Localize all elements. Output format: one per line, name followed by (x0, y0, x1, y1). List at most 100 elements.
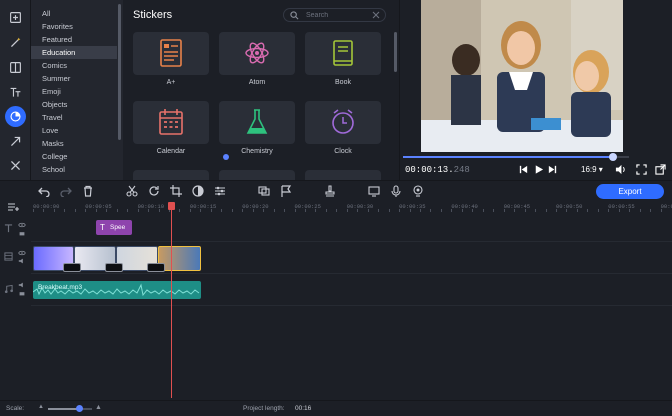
sticker-tile-partial[interactable] (219, 170, 295, 180)
ruler-tick (650, 209, 652, 212)
sticker-tile-partial[interactable] (305, 170, 381, 180)
ruler-tick (33, 209, 34, 212)
detach-preview-icon[interactable] (655, 164, 666, 175)
ruler-label: 00:00:05 (85, 203, 112, 210)
flag-icon[interactable] (280, 185, 292, 197)
category-item[interactable]: College (31, 150, 117, 163)
sticker-label: Clock (334, 148, 352, 155)
scale-slider-knob[interactable] (75, 405, 83, 412)
fullscreen-icon[interactable] (636, 164, 647, 175)
titles-icon[interactable] (5, 82, 26, 103)
eye-icon[interactable] (18, 250, 26, 256)
ruler-label: 00:00:30 (346, 203, 374, 210)
add-track-icon[interactable] (7, 202, 19, 212)
search-input[interactable] (306, 10, 366, 21)
skip-forward-icon[interactable] (547, 164, 558, 175)
category-list: All Favorites Featured Education Comics … (31, 0, 123, 180)
ruler-tick (200, 209, 202, 212)
ruler-tick (461, 209, 463, 212)
tool-rail (0, 0, 31, 180)
category-item[interactable]: Featured (31, 33, 117, 46)
ruler-tick (639, 209, 641, 212)
seek-bar[interactable] (403, 153, 629, 161)
export-button[interactable]: Export (596, 184, 664, 199)
search-box[interactable] (283, 8, 386, 22)
ruler-tick (556, 209, 557, 212)
tools-icon[interactable] (5, 155, 26, 176)
stamp-icon[interactable] (324, 185, 336, 197)
overlay-icon[interactable] (258, 185, 270, 197)
zoom-out-icon[interactable]: ▲ (38, 404, 44, 410)
sticker-atom[interactable] (219, 32, 295, 75)
sticker-tile-partial[interactable] (133, 170, 209, 180)
ruler-tick (263, 209, 265, 212)
ruler-tick (357, 209, 359, 212)
close-icon[interactable] (372, 11, 380, 19)
volume-icon[interactable] (18, 282, 26, 288)
scissors-icon[interactable] (126, 185, 138, 197)
eye-icon[interactable] (18, 222, 26, 228)
time-ruler[interactable]: 00:00:00 00:00:05 00:00:10 00:00:15 00:00:20… (31, 200, 672, 212)
volume-icon[interactable] (18, 258, 26, 264)
title-track-icon (4, 224, 13, 233)
play-icon[interactable] (533, 164, 544, 175)
category-item[interactable]: Objects (31, 98, 117, 111)
category-item[interactable]: Emoji (31, 85, 117, 98)
search-icon (290, 11, 299, 20)
ruler-tick (514, 209, 516, 212)
ruler-tick (252, 209, 254, 212)
volume-icon[interactable] (615, 164, 626, 175)
video-editor-window: All Favorites Featured Education Comics … (0, 0, 672, 416)
category-item[interactable]: Summer (31, 72, 117, 85)
rotate-icon[interactable] (148, 185, 160, 197)
playhead-handle[interactable] (168, 202, 175, 210)
category-item[interactable]: School (31, 163, 117, 176)
audio-clip[interactable]: Breakbeat.mp3 (33, 281, 201, 299)
microphone-icon[interactable] (390, 185, 402, 197)
sticker-scrollbar[interactable] (394, 32, 397, 72)
transition-icon[interactable] (63, 263, 81, 272)
undo-icon[interactable] (38, 185, 50, 197)
magic-wand-icon[interactable] (5, 32, 26, 53)
grade-a-plus-icon (160, 39, 182, 67)
project-length-value: 00:16 (295, 405, 312, 412)
lock-icon[interactable] (18, 290, 26, 296)
category-item[interactable]: Comics (31, 59, 117, 72)
ruler-tick (629, 209, 631, 212)
ruler-tick (85, 209, 87, 212)
webcam-icon[interactable] (412, 185, 424, 197)
transition-icon[interactable] (105, 263, 123, 272)
category-scrollbar[interactable] (118, 4, 121, 140)
aspect-ratio-select[interactable]: 16:9 ▾ (581, 165, 603, 174)
lock-icon[interactable] (18, 230, 26, 236)
zoom-in-icon[interactable]: ▲ (95, 404, 102, 411)
color-adjust-icon[interactable] (192, 185, 204, 197)
crop-icon[interactable] (170, 185, 182, 197)
title-clip[interactable]: T Spee (96, 220, 132, 235)
sticker-book[interactable] (305, 32, 381, 75)
category-item[interactable]: Travel (31, 111, 117, 124)
trash-icon[interactable] (82, 185, 94, 197)
sticker-a-plus[interactable] (133, 32, 209, 75)
category-item[interactable]: Favorites (31, 20, 117, 33)
category-item[interactable]: All (31, 7, 117, 20)
sticker-chemistry[interactable] (219, 101, 295, 144)
transition-icon[interactable] (147, 263, 165, 272)
sticker-clock[interactable] (305, 101, 381, 144)
transitions-icon[interactable] (5, 57, 26, 78)
category-item-selected[interactable]: Education (31, 46, 117, 59)
skip-back-icon[interactable] (518, 164, 529, 175)
ruler-tick (430, 209, 432, 212)
category-item[interactable]: Masks (31, 137, 117, 150)
arrow-icon[interactable] (5, 131, 26, 152)
scale-slider[interactable] (48, 405, 92, 412)
category-item[interactable]: Love (31, 124, 117, 137)
seek-handle[interactable] (609, 153, 618, 161)
monitor-icon[interactable] (368, 185, 380, 197)
redo-icon[interactable] (60, 185, 72, 197)
ruler-tick (440, 209, 442, 212)
sticker-calendar[interactable] (133, 101, 209, 144)
clip-properties-icon[interactable] (214, 185, 226, 197)
import-icon[interactable] (5, 7, 26, 28)
stickers-icon[interactable] (5, 106, 26, 127)
